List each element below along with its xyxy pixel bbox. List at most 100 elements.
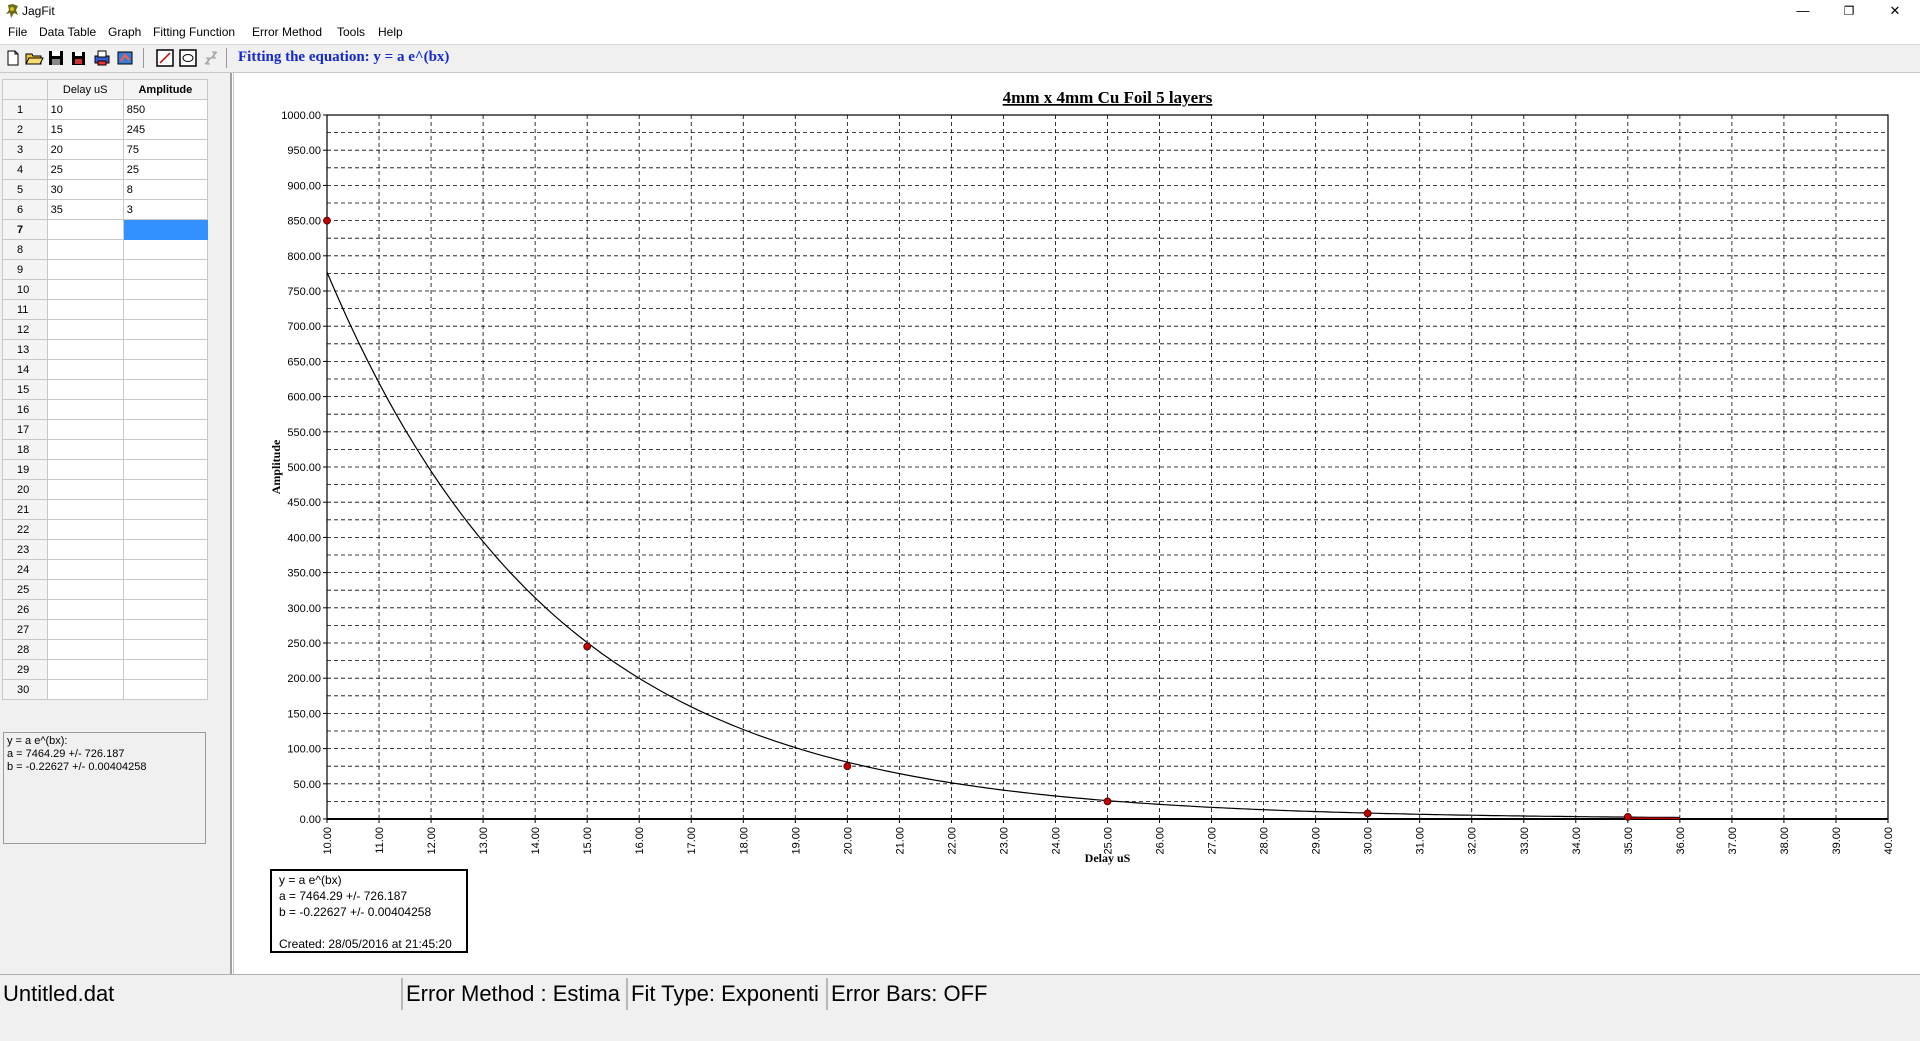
cell-amplitude[interactable] <box>123 440 207 460</box>
cell-amplitude[interactable] <box>123 520 207 540</box>
open-folder-icon[interactable] <box>24 48 44 68</box>
cell-delay[interactable]: 35 <box>47 200 123 220</box>
row-header[interactable]: 17 <box>3 420 48 440</box>
row-header[interactable]: 1 <box>3 100 48 120</box>
cell-amplitude[interactable] <box>123 500 207 520</box>
row-header[interactable]: 27 <box>3 620 48 640</box>
cell-delay[interactable]: 15 <box>47 120 123 140</box>
cell-amplitude[interactable] <box>123 420 207 440</box>
cell-amplitude[interactable] <box>123 340 207 360</box>
row-header[interactable]: 6 <box>3 200 48 220</box>
row-header[interactable]: 3 <box>3 140 48 160</box>
save-disk-icon[interactable] <box>46 48 66 68</box>
cell-delay[interactable] <box>47 420 123 440</box>
row-header[interactable]: 29 <box>3 660 48 680</box>
row-header[interactable]: 5 <box>3 180 48 200</box>
cell-delay[interactable] <box>47 620 123 640</box>
cell-amplitude[interactable]: 8 <box>123 180 207 200</box>
cell-amplitude[interactable] <box>123 460 207 480</box>
menu-graph[interactable]: Graph <box>108 25 141 39</box>
cell-amplitude[interactable] <box>123 560 207 580</box>
menu-fitting-function[interactable]: Fitting Function <box>153 25 235 39</box>
cell-amplitude[interactable] <box>123 680 207 700</box>
menu-file[interactable]: File <box>8 25 27 39</box>
cell-amplitude[interactable]: 245 <box>123 120 207 140</box>
row-header[interactable]: 18 <box>3 440 48 460</box>
cell-delay[interactable] <box>47 360 123 380</box>
cell-delay[interactable] <box>47 320 123 340</box>
cell-amplitude[interactable] <box>123 400 207 420</box>
cell-delay[interactable] <box>47 520 123 540</box>
row-header[interactable]: 19 <box>3 460 48 480</box>
cell-delay[interactable]: 25 <box>47 160 123 180</box>
corner-cell[interactable] <box>3 80 48 100</box>
cell-amplitude[interactable] <box>123 480 207 500</box>
cell-amplitude[interactable] <box>123 240 207 260</box>
row-header[interactable]: 11 <box>3 300 48 320</box>
cell-delay[interactable] <box>47 580 123 600</box>
cell-delay[interactable]: 20 <box>47 140 123 160</box>
cell-delay[interactable] <box>47 220 123 240</box>
row-header[interactable]: 28 <box>3 640 48 660</box>
cell-delay[interactable] <box>47 280 123 300</box>
row-header[interactable]: 30 <box>3 680 48 700</box>
row-header[interactable]: 23 <box>3 540 48 560</box>
cell-amplitude[interactable] <box>123 360 207 380</box>
cell-delay[interactable]: 30 <box>47 180 123 200</box>
row-header[interactable]: 20 <box>3 480 48 500</box>
cell-delay[interactable] <box>47 600 123 620</box>
new-file-icon[interactable] <box>3 48 23 68</box>
row-header[interactable]: 22 <box>3 520 48 540</box>
row-header[interactable]: 10 <box>3 280 48 300</box>
row-header[interactable]: 12 <box>3 320 48 340</box>
menu-error-method[interactable]: Error Method <box>252 25 322 39</box>
cell-amplitude[interactable] <box>123 600 207 620</box>
cell-amplitude[interactable] <box>123 540 207 560</box>
column-header-amplitude[interactable]: Amplitude <box>123 80 207 100</box>
cell-delay[interactable] <box>47 260 123 280</box>
cell-amplitude[interactable] <box>123 660 207 680</box>
cell-delay[interactable] <box>47 340 123 360</box>
menu-data-table[interactable]: Data Table <box>39 25 96 39</box>
cell-amplitude[interactable] <box>123 220 207 240</box>
cell-amplitude[interactable] <box>123 580 207 600</box>
save-all-icon[interactable] <box>69 48 89 68</box>
cell-amplitude[interactable]: 75 <box>123 140 207 160</box>
menu-help[interactable]: Help <box>378 25 403 39</box>
row-header[interactable]: 9 <box>3 260 48 280</box>
row-header[interactable]: 8 <box>3 240 48 260</box>
menu-tools[interactable]: Tools <box>337 25 365 39</box>
cell-amplitude[interactable]: 25 <box>123 160 207 180</box>
column-header-delay[interactable]: Delay uS <box>47 80 123 100</box>
print-icon[interactable] <box>92 48 112 68</box>
graph-fit-icon[interactable] <box>155 48 175 68</box>
cell-delay[interactable] <box>47 440 123 460</box>
row-header[interactable]: 21 <box>3 500 48 520</box>
row-header[interactable]: 4 <box>3 160 48 180</box>
cell-delay[interactable] <box>47 560 123 580</box>
cell-delay[interactable] <box>47 660 123 680</box>
close-button[interactable]: ✕ <box>1872 0 1918 22</box>
cell-amplitude[interactable] <box>123 260 207 280</box>
cell-delay[interactable] <box>47 480 123 500</box>
cell-delay[interactable] <box>47 540 123 560</box>
row-header[interactable]: 16 <box>3 400 48 420</box>
cell-delay[interactable] <box>47 400 123 420</box>
row-header[interactable]: 13 <box>3 340 48 360</box>
error-bars-icon[interactable] <box>201 48 221 68</box>
row-header[interactable]: 14 <box>3 360 48 380</box>
cell-amplitude[interactable] <box>123 620 207 640</box>
cell-amplitude[interactable] <box>123 640 207 660</box>
row-header[interactable]: 25 <box>3 580 48 600</box>
cell-amplitude[interactable] <box>123 380 207 400</box>
cell-delay[interactable] <box>47 640 123 660</box>
row-header[interactable]: 15 <box>3 380 48 400</box>
cell-delay[interactable] <box>47 460 123 480</box>
cell-amplitude[interactable] <box>123 300 207 320</box>
cell-delay[interactable] <box>47 300 123 320</box>
cell-delay[interactable] <box>47 380 123 400</box>
row-header[interactable]: 24 <box>3 560 48 580</box>
restore-button[interactable]: ❐ <box>1826 0 1872 22</box>
cell-amplitude[interactable] <box>123 320 207 340</box>
cell-delay[interactable] <box>47 680 123 700</box>
